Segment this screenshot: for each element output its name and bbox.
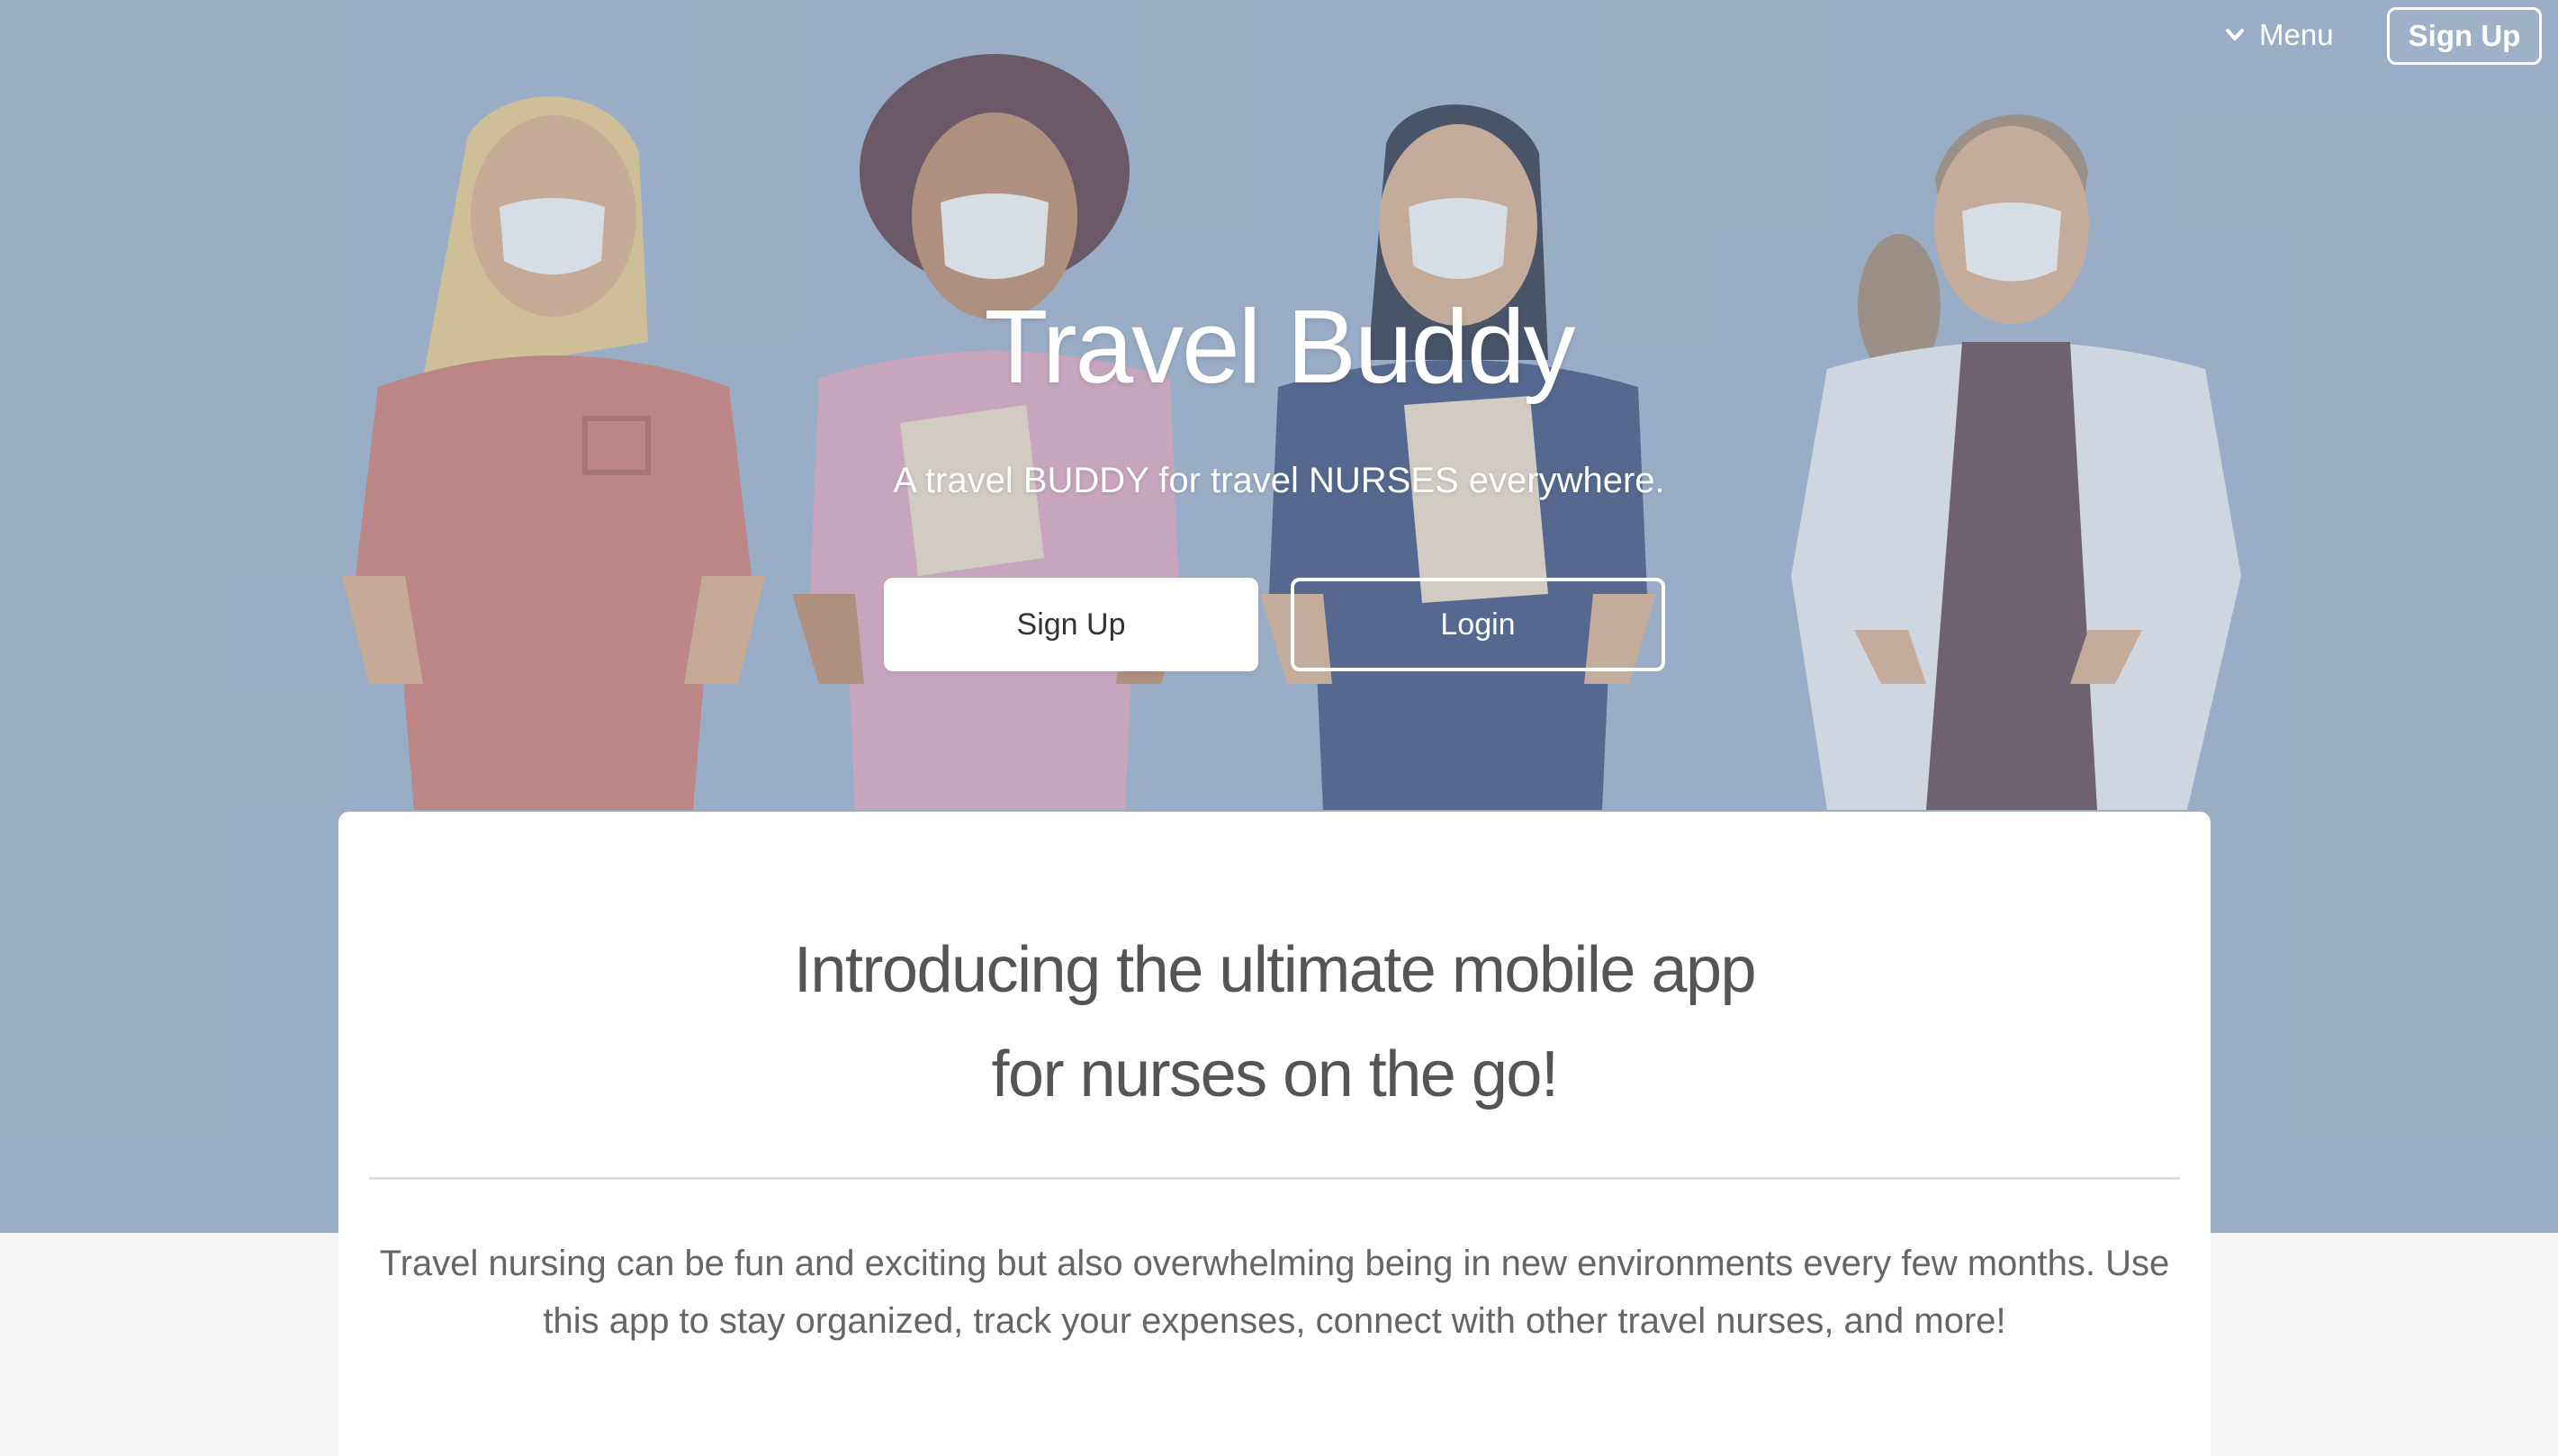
hero-subtitle: A travel BUDDY for travel NURSES everywh…: [893, 461, 1665, 500]
intro-heading-line1: Introducing the ultimate mobile app: [793, 934, 1757, 1006]
page: Menu Sign Up Travel Buddy A travel BUDDY…: [0, 0, 2558, 1456]
menu-label: Menu: [2259, 18, 2334, 51]
intro-card: Introducing the ultimate mobile app for …: [338, 812, 2211, 1456]
intro-heading: Introducing the ultimate mobile app for …: [338, 918, 2211, 1127]
chevron-down-icon: [2226, 29, 2244, 40]
divider: [369, 1177, 2180, 1180]
hero-title: Travel Buddy: [984, 288, 1575, 405]
nav-signup-button[interactable]: Sign Up: [2387, 7, 2542, 65]
intro-body: Travel nursing can be fun and exciting b…: [379, 1244, 2170, 1341]
intro-heading-line2: for nurses on the go!: [991, 1038, 1559, 1110]
hero-login-button[interactable]: Login: [1291, 578, 1665, 671]
hero-signup-button[interactable]: Sign Up: [884, 578, 1258, 671]
menu-toggle[interactable]: Menu: [2223, 13, 2334, 58]
